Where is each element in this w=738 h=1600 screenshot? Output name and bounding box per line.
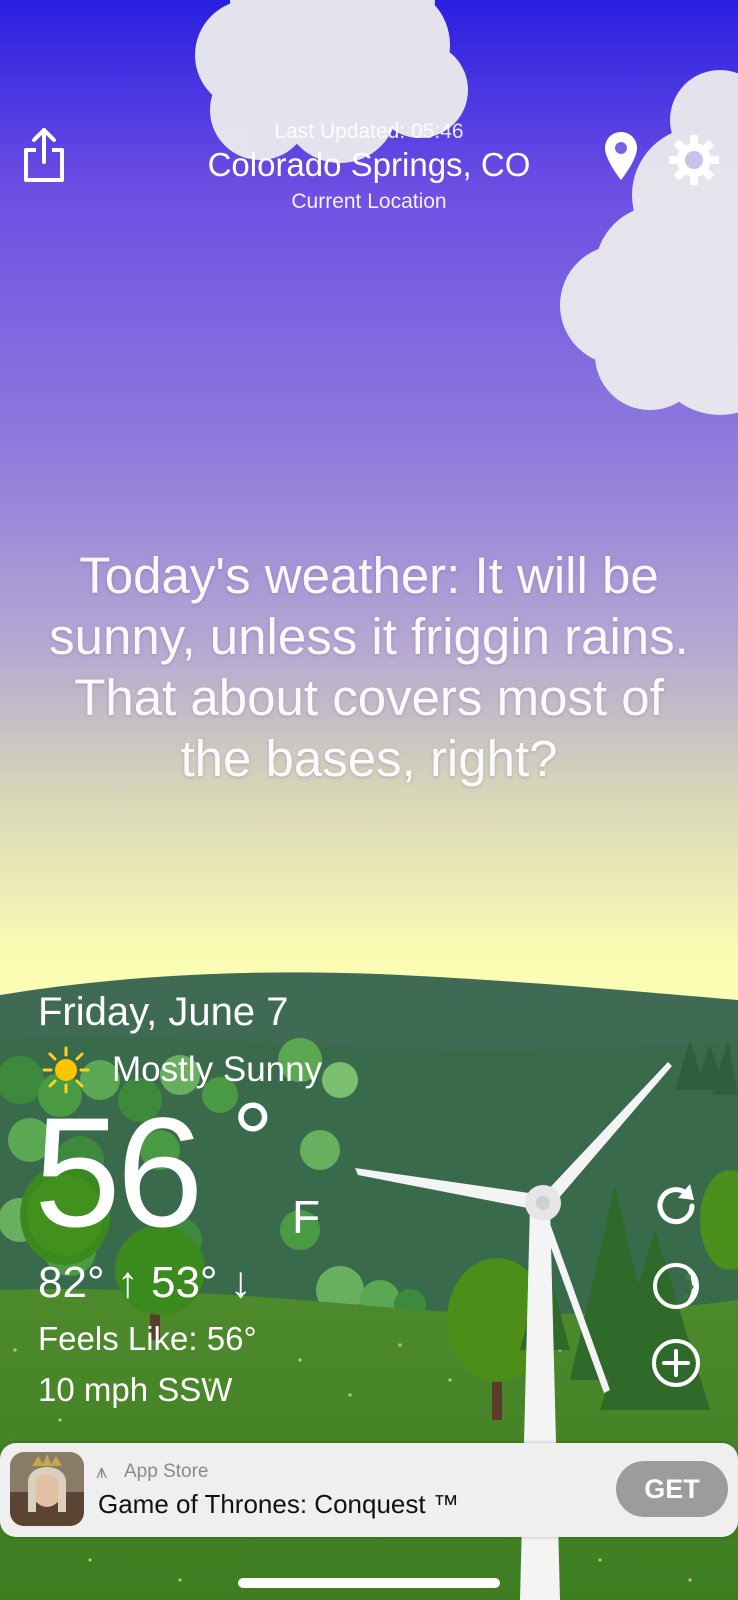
ad-app-thumbnail [10,1452,84,1526]
temperature-degree: ° [232,1082,274,1198]
temperature-unit[interactable]: F [292,1190,320,1244]
settings-button[interactable] [668,134,720,186]
ad-store-label: App Store [124,1461,209,1482]
refresh-icon [657,1184,695,1225]
refresh-button[interactable] [650,1180,702,1232]
add-button[interactable] [650,1337,702,1389]
current-date: Friday, June 7 [38,990,289,1034]
weather-message: Today's weather: It will be sunny, unles… [49,547,689,787]
location-button[interactable] [603,130,639,182]
condition-text: Mostly Sunny [112,1050,323,1089]
ad-store-row: ⩚ App Store [96,1461,209,1483]
ad-get-button[interactable]: GET [616,1461,728,1517]
ad-title: Game of Thrones: Conquest ™ [98,1489,459,1519]
feels-like: Feels Like: 56° [38,1320,257,1357]
moon-icon [653,1263,699,1309]
gear-icon [669,135,719,185]
wind: 10 mph SSW [38,1371,233,1408]
weather-scene [0,0,738,1600]
home-indicator[interactable] [238,1578,500,1588]
ad-banner[interactable]: ⩚ App Store Game of Thrones: Conquest ™ … [0,1443,738,1537]
moon-button[interactable] [650,1260,702,1312]
temperature-value: 56 [34,1086,204,1260]
app-store-icon: ⩚ [96,1461,108,1483]
high-low: 82° ↑ 53° ↓ [38,1258,252,1307]
add-icon [652,1339,700,1387]
location-pin-icon [605,132,637,180]
location-subtitle: Current Location [291,190,447,213]
